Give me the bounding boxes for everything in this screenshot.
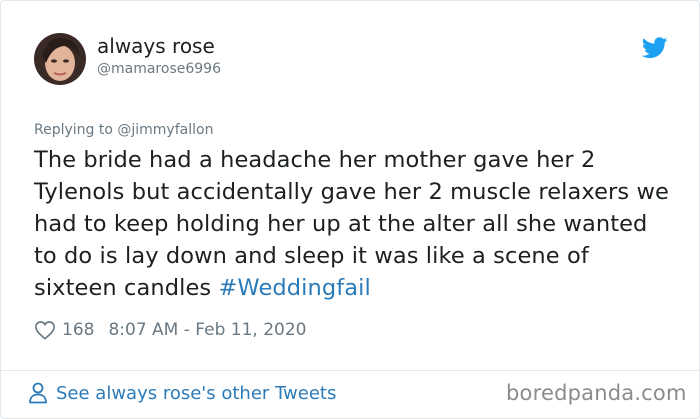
like-count[interactable]: 168 bbox=[62, 320, 94, 340]
author-name[interactable]: always rose bbox=[97, 34, 215, 58]
replying-to[interactable]: Replying to @jimmyfallon bbox=[34, 122, 213, 138]
heart-icon[interactable] bbox=[34, 320, 56, 340]
twitter-bird-icon[interactable] bbox=[641, 37, 668, 59]
hashtag-link[interactable]: #Weddingfail bbox=[218, 275, 370, 301]
watermark: boredpanda.com bbox=[506, 381, 687, 405]
author-handle[interactable]: @mamarose6996 bbox=[97, 61, 221, 77]
avatar[interactable] bbox=[34, 33, 86, 85]
tweet-meta: 168 8:07 AM - Feb 11, 2020 bbox=[34, 320, 306, 340]
see-more-link[interactable]: See always rose's other Tweets bbox=[28, 382, 336, 404]
tweet-card: always rose @mamarose6996 Replying to @j… bbox=[0, 0, 700, 419]
person-icon bbox=[29, 382, 47, 404]
see-more-label[interactable]: See always rose's other Tweets bbox=[56, 383, 336, 404]
divider bbox=[1, 370, 699, 371]
timestamp[interactable]: 8:07 AM - Feb 11, 2020 bbox=[108, 320, 306, 340]
tweet-text: The bride had a headache her mother gave… bbox=[34, 144, 674, 304]
